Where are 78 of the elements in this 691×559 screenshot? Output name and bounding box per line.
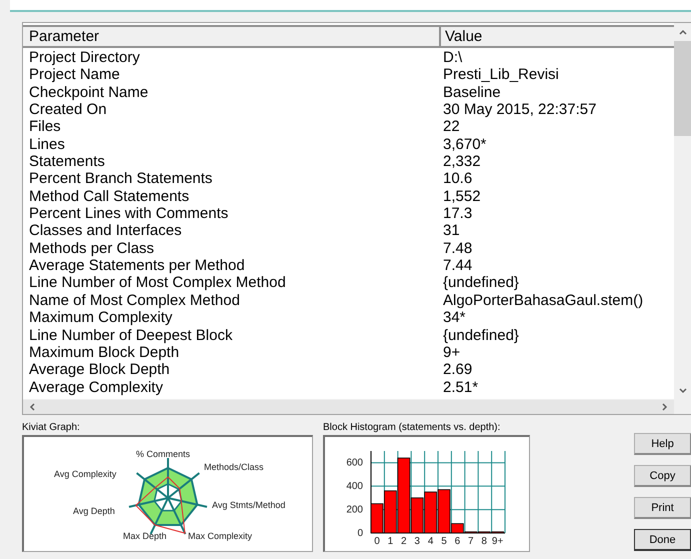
table-cell-text: 1,552 [443, 188, 482, 206]
axis-label: Avg Complexity [54, 469, 116, 479]
horizontal-scrollbar[interactable] [23, 399, 674, 414]
table-cell-text: AlgoPorterBahasaGaul.stem() [443, 292, 644, 310]
table-cell-text: D:\ [443, 49, 464, 66]
axis-tick-label: 400 [346, 481, 363, 492]
table-cell-text: 2.69 [443, 361, 474, 379]
panel-title: Block Histogram (statements vs. depth): [323, 421, 502, 435]
axis-tick-label: 1 [388, 536, 394, 547]
table-cell-text: Maximum Complexity [28, 309, 174, 326]
axis-tick-label: 0 [357, 528, 363, 539]
column-header[interactable]: Value [441, 27, 674, 46]
table-cell-text: Project Name [28, 66, 121, 84]
table-cell-text: Percent Lines with Comments [28, 205, 230, 222]
table-cell-text: Project Directory [28, 49, 141, 66]
histogram-bar [424, 492, 437, 534]
table-cell-text: 7.48 [443, 240, 474, 258]
table-cell-text: Statements [28, 153, 106, 170]
axis-label: Max Depth [123, 531, 167, 541]
table-cell-text: Line Number of Most Complex Method [28, 274, 287, 292]
axis-label: Max Complexity [188, 531, 252, 541]
table-cell-text: 30 May 2015, 22:37:57 [443, 101, 598, 118]
scroll-thumb[interactable] [674, 41, 691, 136]
axis-tick-label: 200 [346, 504, 363, 516]
axis-label: % Comments [136, 449, 190, 459]
table-cell-text: Checkpoint Name [28, 84, 150, 102]
axis-tick-label: 7 [468, 536, 474, 547]
scroll-up-icon[interactable] [678, 29, 686, 37]
axis-label: Avg Stmts/Method [212, 500, 286, 510]
table-cell-text: Average Complexity [28, 378, 164, 396]
table-cell-text: 34* [443, 309, 467, 326]
table-cell-text: Classes and Interfaces [28, 222, 183, 240]
axis-label: Methods/Class [204, 462, 264, 472]
dialog-button[interactable]: Done [634, 529, 691, 551]
table-cell-text: Methods per Class [28, 240, 156, 258]
column-header[interactable]: Parameter [23, 27, 441, 46]
axis-tick-label: 600 [346, 458, 363, 469]
table-cell-text: Created On [28, 101, 108, 118]
table-cell-text: Maximum Block Depth [28, 344, 180, 362]
axis-tick-label: 2 [401, 536, 407, 547]
dialog-button[interactable]: Copy [634, 465, 691, 487]
table-cell-text: 2,332 [443, 153, 482, 170]
axis-tick-label: 8 [481, 536, 487, 547]
panel-title: Kiviat Graph: [22, 421, 81, 435]
table-cell-text: {undefined} [443, 274, 520, 292]
histogram-bar [370, 503, 384, 534]
table-cell-text: Files [28, 118, 62, 136]
table-cell-text: 2.51* [443, 378, 480, 396]
scroll-left-icon[interactable] [29, 403, 37, 411]
scroll-down-icon[interactable] [678, 386, 686, 394]
table-cell-text: 22 [443, 118, 461, 136]
table-cell-text: Average Statements per Method [28, 257, 246, 274]
table-cell-text: {undefined} [443, 326, 520, 344]
vertical-scrollbar[interactable] [674, 23, 691, 414]
scroll-right-icon[interactable] [660, 403, 668, 411]
table-cell-text: Baseline [443, 84, 502, 102]
table-cell-text: Method Call Statements [28, 188, 190, 206]
axis-tick-label: 9+ [492, 536, 504, 547]
axis-tick-label: 3 [414, 536, 420, 547]
table-cell-text: 3,670* [443, 136, 488, 154]
table-cell-text: 7.44 [443, 257, 474, 274]
table-cell-text: Presti_Lib_Revisi [443, 66, 560, 84]
dialog-button[interactable]: Print [634, 497, 691, 519]
table-cell-text: Lines [28, 136, 66, 154]
axis-label: Avg Depth [73, 506, 115, 516]
table-cell-text: Percent Branch Statements [28, 170, 214, 188]
table-cell-text: 31 [443, 222, 461, 240]
table-cell-text: Name of Most Complex Method [28, 292, 241, 310]
axis-tick-label: 6 [454, 536, 460, 547]
table-cell-text: 17.3 [443, 205, 474, 222]
axis-tick-label: 0 [374, 536, 380, 547]
axis-tick-label: 5 [441, 536, 447, 547]
axis-tick-label: 4 [428, 536, 434, 547]
table-cell-text: Line Number of Deepest Block [28, 326, 234, 344]
table-cell-text: 9+ [443, 344, 462, 362]
table-cell-text: 10.6 [443, 170, 474, 188]
table-cell-text: Average Block Depth [28, 361, 171, 379]
dialog-button[interactable]: Help [634, 433, 691, 455]
